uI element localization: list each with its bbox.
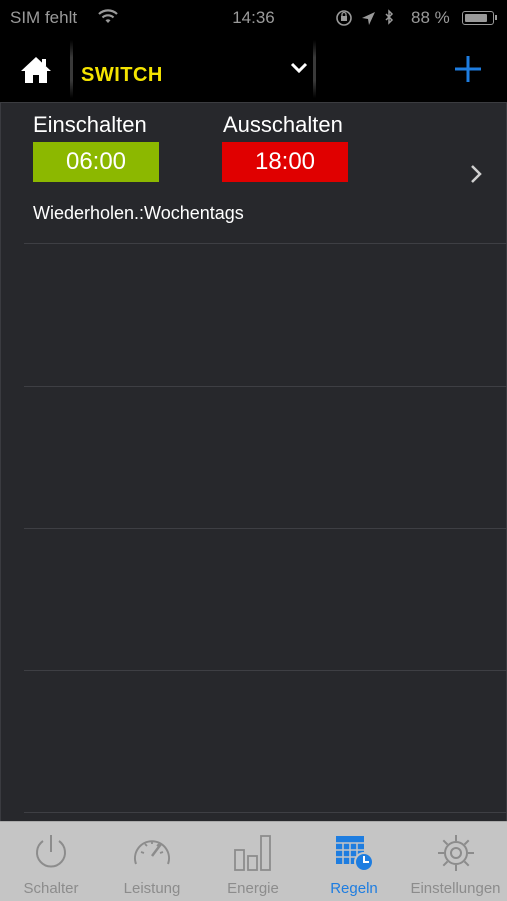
row-separator bbox=[24, 528, 507, 529]
chevron-right-icon bbox=[471, 165, 482, 183]
chevron-down-icon bbox=[290, 62, 308, 74]
battery-icon bbox=[462, 11, 497, 25]
tab-energie[interactable]: Energie bbox=[202, 822, 304, 901]
device-title[interactable]: SWITCH bbox=[81, 64, 163, 87]
nav-divider bbox=[70, 40, 73, 98]
row-separator bbox=[24, 812, 507, 813]
list-edge bbox=[0, 103, 1, 821]
plus-icon bbox=[455, 56, 481, 82]
power-icon bbox=[36, 835, 66, 868]
row-separator bbox=[24, 670, 507, 671]
home-button[interactable] bbox=[18, 54, 54, 86]
battery-percent: 88 % bbox=[411, 8, 450, 27]
tab-regeln[interactable]: Regeln bbox=[304, 822, 404, 901]
repeat-text: Wiederholen.:Wochentags bbox=[33, 203, 244, 223]
rule-list-item[interactable]: Einschalten 06:00 Ausschalten 18:00 Wied… bbox=[0, 103, 507, 243]
tab-einstellungen[interactable]: Einstellungen bbox=[404, 822, 507, 901]
gear-icon bbox=[437, 835, 474, 871]
nav-divider bbox=[313, 40, 316, 98]
tab-leistung[interactable]: Leistung bbox=[102, 822, 202, 901]
tab-bar: Schalter Leistung Energie Regeln Einstel… bbox=[0, 821, 507, 901]
rotation-lock-icon bbox=[336, 10, 352, 26]
tab-label: Energie bbox=[227, 880, 279, 897]
on-label: Einschalten bbox=[33, 112, 147, 137]
tab-label: Leistung bbox=[123, 880, 181, 897]
off-label: Ausschalten bbox=[223, 112, 343, 137]
tab-label: Regeln bbox=[330, 880, 378, 897]
off-time-badge: 18:00 bbox=[222, 142, 348, 182]
row-separator bbox=[24, 243, 507, 244]
location-icon bbox=[362, 12, 375, 25]
status-bar: SIM fehlt 14:36 88 % bbox=[0, 0, 507, 36]
status-icons bbox=[336, 9, 406, 32]
add-rule-button[interactable] bbox=[452, 53, 484, 85]
on-time-badge: 06:00 bbox=[33, 142, 159, 182]
calendar-clock-icon bbox=[336, 836, 374, 872]
nav-bar: SWITCH bbox=[0, 36, 507, 103]
tab-schalter[interactable]: Schalter bbox=[0, 822, 102, 901]
rule-detail-button[interactable] bbox=[468, 163, 484, 185]
device-dropdown-button[interactable] bbox=[289, 60, 309, 76]
gauge-icon bbox=[134, 840, 170, 865]
tab-label: Schalter bbox=[23, 880, 79, 897]
bluetooth-icon bbox=[385, 9, 394, 25]
home-icon bbox=[21, 57, 51, 83]
bar-chart-icon bbox=[234, 835, 271, 871]
row-separator bbox=[24, 386, 507, 387]
tab-label: Einstellungen bbox=[410, 880, 501, 897]
